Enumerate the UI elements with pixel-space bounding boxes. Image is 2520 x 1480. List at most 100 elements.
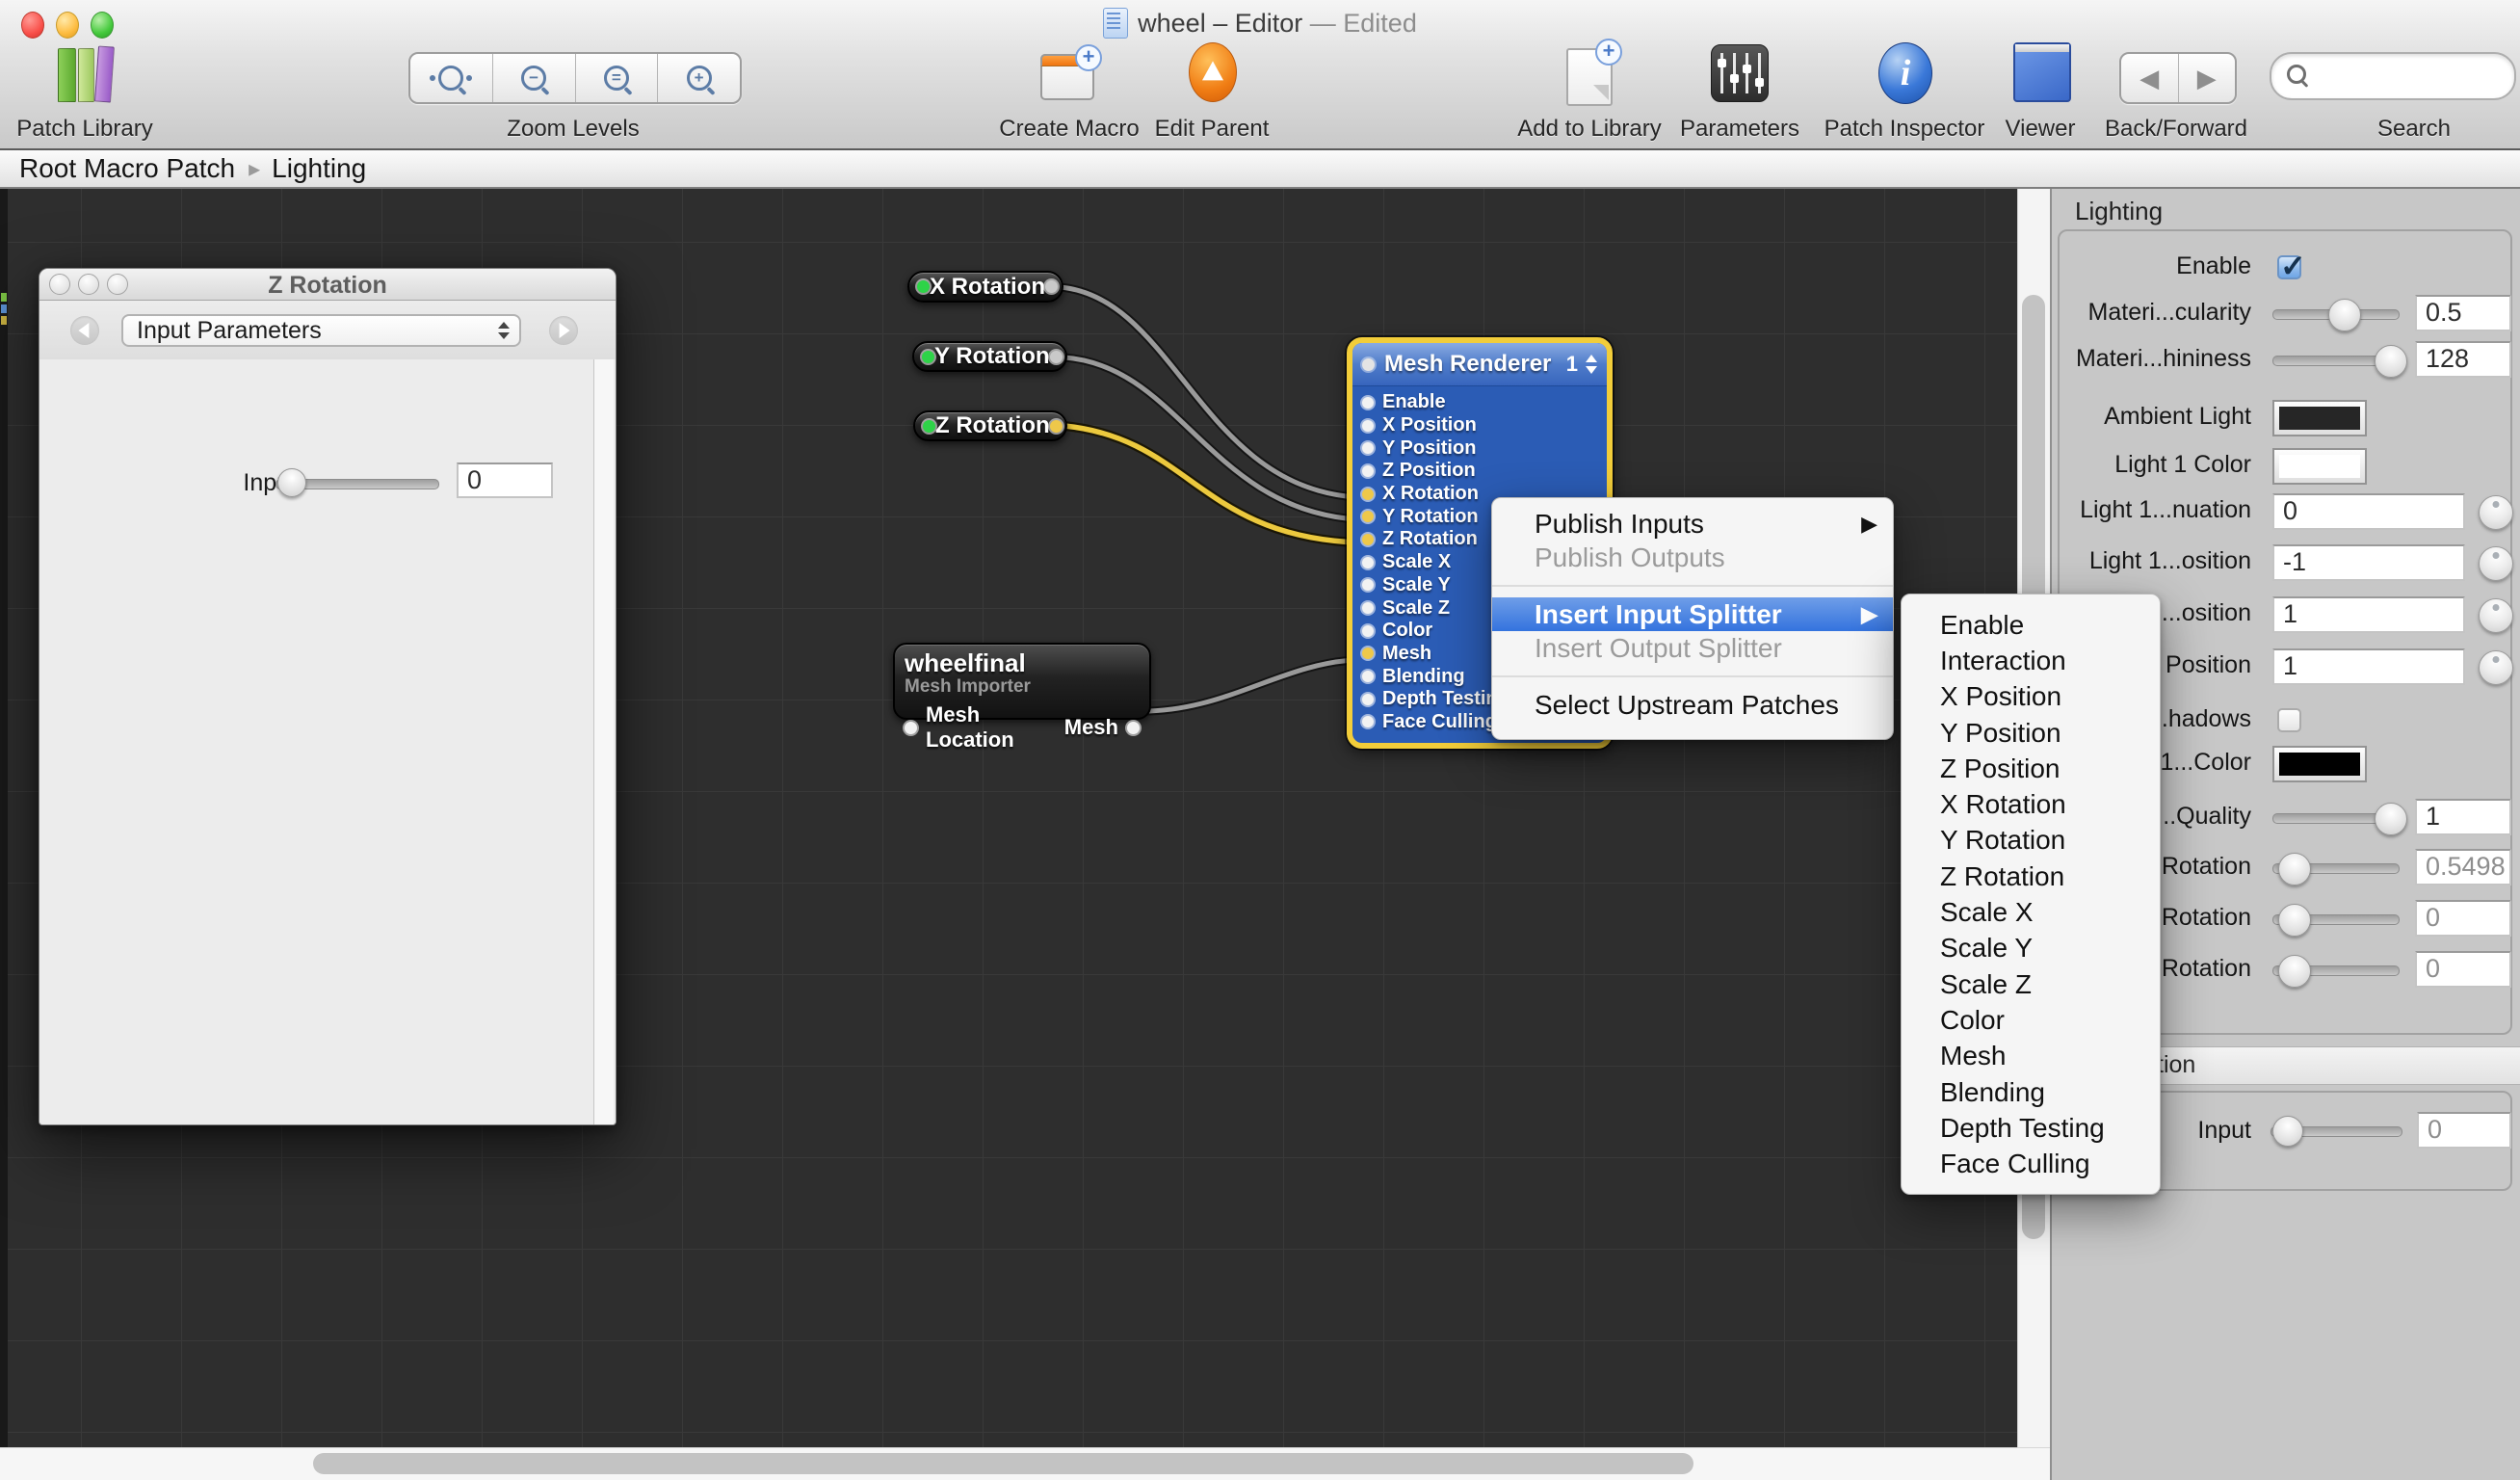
- parameter-view-select[interactable]: Input Parameters: [121, 314, 521, 347]
- forward-button[interactable]: ▶: [2178, 54, 2236, 102]
- port-row-x-position[interactable]: X Position: [1362, 414, 1607, 437]
- patch-library-button[interactable]: Patch Library: [16, 116, 152, 143]
- port-connected-icon[interactable]: [1362, 511, 1374, 522]
- breadcrumb-root[interactable]: Root Macro Patch: [19, 153, 235, 184]
- port-icon[interactable]: [1362, 397, 1374, 409]
- inspector-field[interactable]: 0: [2272, 493, 2465, 530]
- search-input[interactable]: [2270, 52, 2516, 100]
- inspector-field[interactable]: 0.5: [2415, 295, 2511, 331]
- input-param-field[interactable]: 0: [457, 462, 553, 498]
- inspector-field[interactable]: -1: [2272, 544, 2465, 581]
- submenu-item-color[interactable]: Color: [1902, 1002, 2160, 1038]
- inspector-slider-thumb[interactable]: [2375, 803, 2407, 835]
- menu-item-select-upstream-patches[interactable]: Select Upstream Patches: [1492, 688, 1893, 722]
- port-output-icon[interactable]: [1045, 280, 1058, 293]
- parameter-window-scrollbar[interactable]: [593, 359, 614, 1124]
- back-forward-control[interactable]: ◀ ▶: [2119, 52, 2237, 104]
- port-connected-icon[interactable]: [1362, 534, 1374, 545]
- submenu-item-scale-z[interactable]: Scale Z: [1902, 966, 2160, 1002]
- port-input-icon[interactable]: [923, 420, 935, 433]
- back-button[interactable]: ◀: [2121, 54, 2178, 102]
- port-connected-icon[interactable]: [1362, 489, 1374, 500]
- inspector-field[interactable]: 0: [2417, 1112, 2511, 1149]
- node-mesh-importer[interactable]: wheelfinal Mesh Importer Mesh Location M…: [893, 643, 1151, 720]
- port-output-icon[interactable]: [1050, 351, 1063, 363]
- inspector-field[interactable]: 1: [2272, 648, 2465, 685]
- inspector-slider-thumb[interactable]: [2272, 1116, 2303, 1147]
- submenu-item-x-position[interactable]: X Position: [1902, 679, 2160, 715]
- port-icon[interactable]: [1362, 579, 1374, 591]
- node-count-stepper[interactable]: [1586, 355, 1597, 374]
- inspector-field[interactable]: 0: [2415, 951, 2511, 988]
- submenu-item-z-position[interactable]: Z Position: [1902, 751, 2160, 786]
- port-icon[interactable]: [1362, 716, 1374, 727]
- breadcrumb-current[interactable]: Lighting: [272, 153, 366, 184]
- input-param-slider-thumb[interactable]: [277, 468, 306, 497]
- submenu-item-scale-y[interactable]: Scale Y: [1902, 931, 2160, 966]
- node-header[interactable]: Mesh Renderer 1: [1352, 343, 1607, 386]
- port-input-icon[interactable]: [917, 280, 930, 293]
- submenu-item-y-position[interactable]: Y Position: [1902, 715, 2160, 751]
- submenu-item-enable[interactable]: Enable: [1902, 607, 2160, 643]
- inspector-slider-thumb[interactable]: [2328, 299, 2361, 331]
- graph-horizontal-scrollbar[interactable]: [0, 1447, 2050, 1480]
- inspector-knob[interactable]: [2479, 598, 2513, 633]
- viewer-button[interactable]: Viewer: [2006, 116, 2076, 143]
- inspector-field[interactable]: 0: [2415, 900, 2511, 937]
- inspector-knob[interactable]: [2479, 650, 2513, 685]
- viewer-icon[interactable]: [2013, 42, 2071, 102]
- previous-patch-button[interactable]: [70, 316, 99, 345]
- create-macro-button[interactable]: Create Macro: [999, 116, 1139, 143]
- menu-item-insert-input-splitter[interactable]: Insert Input Splitter▶: [1492, 597, 1893, 631]
- edit-parent-button[interactable]: Edit Parent: [1155, 116, 1270, 143]
- port-icon[interactable]: [1127, 722, 1140, 734]
- port-icon[interactable]: [1362, 358, 1375, 371]
- inspector-colorwell[interactable]: [2272, 448, 2367, 485]
- inspector-knob[interactable]: [2479, 495, 2513, 530]
- menu-item-publish-inputs[interactable]: Publish Inputs▶: [1492, 507, 1893, 541]
- port-row-z-position[interactable]: Z Position: [1362, 460, 1607, 483]
- inspector-field[interactable]: 1: [2415, 799, 2511, 835]
- parameters-icon[interactable]: [1711, 44, 1769, 102]
- inspector-field[interactable]: 128: [2415, 341, 2511, 378]
- submenu-item-x-rotation[interactable]: X Rotation: [1902, 786, 2160, 822]
- node-z-rotation[interactable]: Z Rotation: [913, 410, 1067, 441]
- inspector-slider-thumb[interactable]: [2375, 345, 2407, 378]
- add-to-library-button[interactable]: Add to Library: [1517, 116, 1661, 143]
- patch-inspector-button[interactable]: Patch Inspector: [1824, 116, 1985, 143]
- create-macro-icon[interactable]: +: [1040, 44, 1102, 102]
- next-patch-button[interactable]: [549, 316, 578, 345]
- submenu-item-z-rotation[interactable]: Z Rotation: [1902, 859, 2160, 894]
- inspector-slider-thumb[interactable]: [2278, 955, 2311, 988]
- port-icon[interactable]: [1362, 420, 1374, 432]
- port-connected-icon[interactable]: [1362, 648, 1374, 659]
- inspector-slider-thumb[interactable]: [2278, 904, 2311, 937]
- submenu-item-blending[interactable]: Blending: [1902, 1074, 2160, 1110]
- port-icon[interactable]: [1362, 694, 1374, 705]
- port-output-icon[interactable]: [1050, 420, 1063, 433]
- node-y-rotation[interactable]: Y Rotation: [912, 341, 1067, 372]
- node-x-rotation[interactable]: X Rotation: [907, 271, 1063, 303]
- submenu-item-mesh[interactable]: Mesh: [1902, 1039, 2160, 1074]
- parameters-button[interactable]: Parameters: [1680, 116, 1799, 143]
- patch-inspector-icon[interactable]: i: [1878, 42, 1932, 104]
- horizontal-scrollbar-thumb[interactable]: [313, 1453, 1693, 1474]
- submenu-item-y-rotation[interactable]: Y Rotation: [1902, 823, 2160, 859]
- submenu-item-depth-testing[interactable]: Depth Testing: [1902, 1110, 2160, 1146]
- submenu-item-scale-x[interactable]: Scale X: [1902, 894, 2160, 930]
- inspector-colorwell[interactable]: [2272, 746, 2367, 782]
- patch-library-icon[interactable]: [54, 42, 118, 102]
- add-to-library-icon[interactable]: +: [1564, 40, 1622, 102]
- port-row-enable[interactable]: Enable: [1362, 391, 1607, 414]
- submenu-item-face-culling[interactable]: Face Culling: [1902, 1146, 2160, 1181]
- zoom-levels-control[interactable]: − = +: [408, 52, 742, 104]
- zoom-out-button[interactable]: −: [492, 54, 575, 102]
- port-row-y-position[interactable]: Y Position: [1362, 436, 1607, 460]
- zoom-in-button[interactable]: +: [657, 54, 740, 102]
- inspector-colorwell[interactable]: [2272, 400, 2367, 436]
- port-icon[interactable]: [1362, 602, 1374, 614]
- inspector-field[interactable]: 0.5498: [2415, 849, 2511, 885]
- port-icon[interactable]: [1362, 625, 1374, 637]
- port-icon[interactable]: [1362, 557, 1374, 568]
- zoom-actual-button[interactable]: [410, 54, 492, 102]
